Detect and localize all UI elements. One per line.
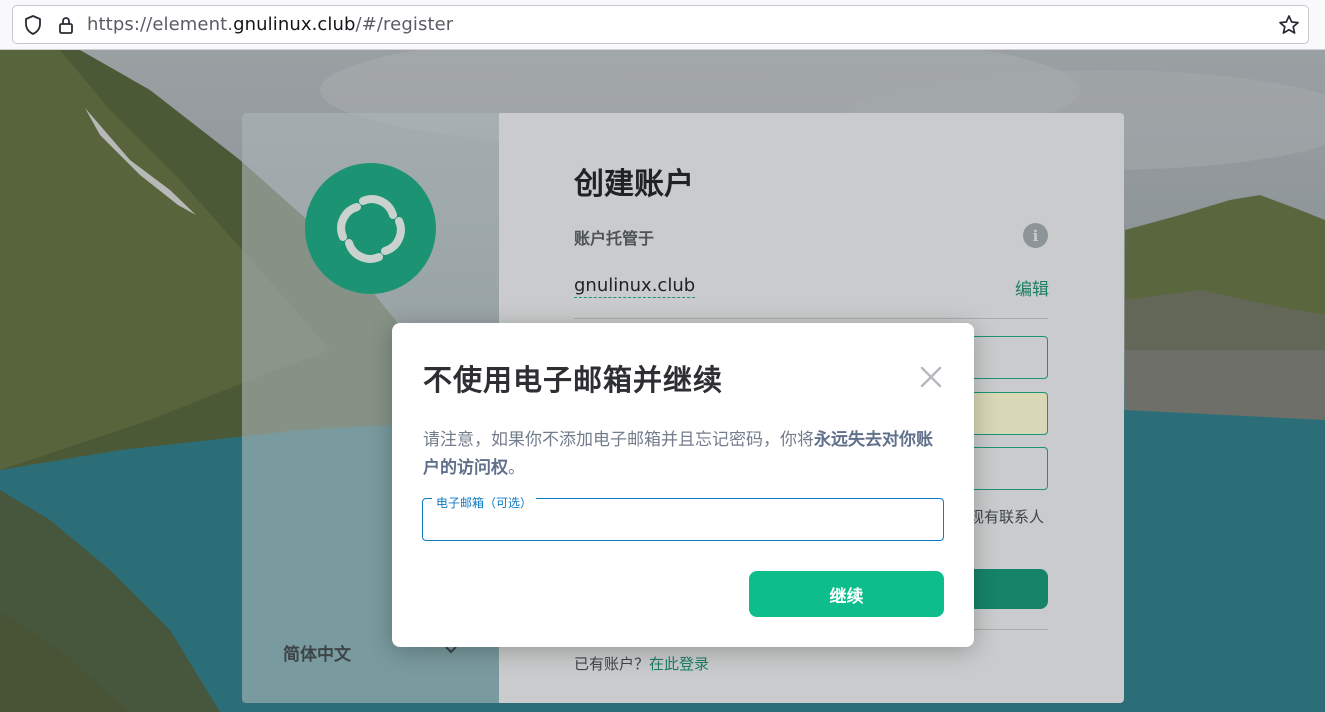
edit-server-link[interactable]: 编辑 — [1015, 275, 1049, 300]
warning-text-end: 。 — [508, 458, 525, 478]
page-title: 创建账户 — [574, 167, 694, 202]
url-text[interactable]: https://element.gnulinux.club/#/register — [87, 14, 453, 35]
url-prefix: https://element. — [87, 14, 234, 35]
lock-icon[interactable] — [55, 14, 77, 36]
sign-in-link[interactable]: 在此登录 — [649, 655, 709, 673]
warning-text-plain: 请注意，如果你不添加电子邮箱并且忘记密码，你将 — [423, 430, 814, 450]
url-suffix: /#/register — [355, 14, 454, 35]
browser-toolbar: https://element.gnulinux.club/#/register — [0, 0, 1325, 50]
continue-without-email-dialog: 不使用电子邮箱并继续 请注意，如果你不添加电子邮箱并且忘记密码，你将永远失去对你… — [392, 323, 974, 647]
hosted-on-label: 账户托管于 — [574, 229, 655, 248]
bookmark-star-icon[interactable] — [1278, 14, 1300, 36]
address-bar[interactable]: https://element.gnulinux.club/#/register — [12, 5, 1309, 44]
email-field-label: 电子邮箱（可选） — [432, 496, 537, 510]
dialog-warning-text: 请注意，如果你不添加电子邮箱并且忘记密码，你将永远失去对你账户的访问权。 — [423, 426, 943, 482]
element-logo-icon — [336, 194, 405, 263]
dialog-title: 不使用电子邮箱并继续 — [423, 363, 724, 397]
continue-button[interactable]: 继续 — [749, 571, 944, 617]
divider — [574, 318, 1048, 319]
have-account-text: 已有账户？在此登录 — [574, 653, 709, 674]
url-domain: gnulinux.club — [233, 14, 356, 35]
have-account-prefix: 已有账户？ — [574, 655, 650, 673]
info-icon[interactable]: i — [1023, 223, 1048, 248]
shield-icon[interactable] — [22, 14, 44, 36]
language-selector[interactable]: 简体中文 — [283, 640, 351, 665]
server-name: gnulinux.club — [574, 275, 696, 298]
close-icon[interactable] — [919, 365, 943, 389]
element-logo — [305, 163, 436, 294]
contact-hint: 现有联系人 — [969, 508, 1045, 526]
